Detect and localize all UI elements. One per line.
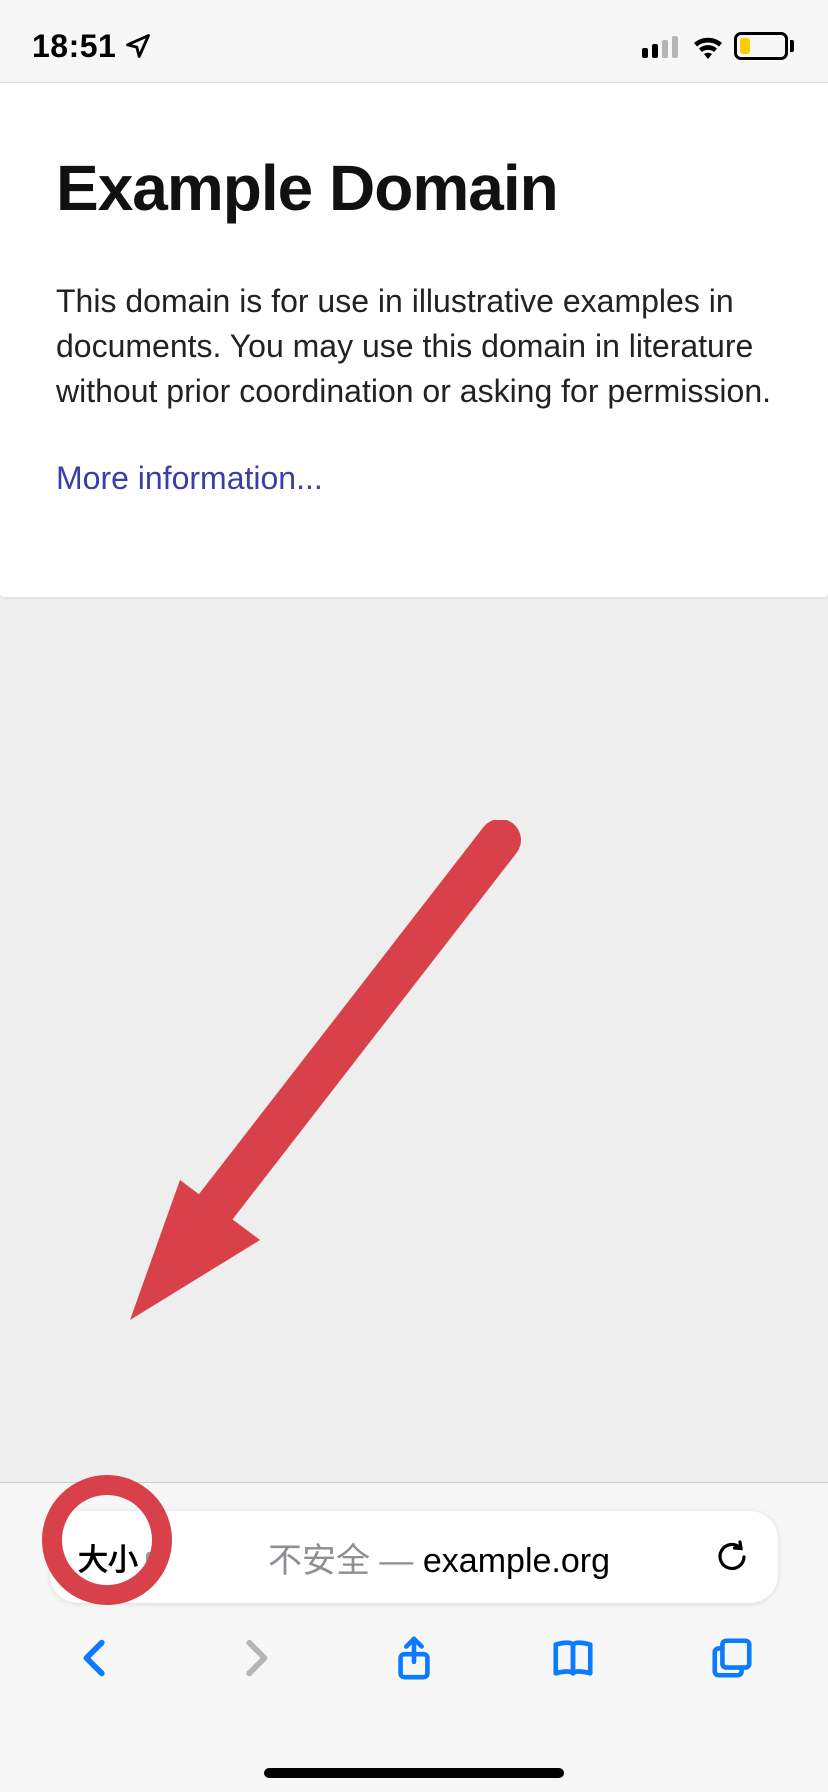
annotation-arrow bbox=[130, 820, 530, 1320]
chevron-left-icon bbox=[73, 1635, 119, 1681]
url-bar[interactable]: 大小 不安全 — example.org bbox=[50, 1511, 778, 1603]
back-button[interactable] bbox=[69, 1631, 123, 1685]
browser-toolbar bbox=[0, 1603, 828, 1713]
book-icon bbox=[550, 1635, 596, 1681]
wifi-icon bbox=[690, 33, 726, 59]
more-info-link[interactable]: More information... bbox=[56, 460, 323, 496]
text-size-button[interactable]: 大小 bbox=[78, 1535, 164, 1579]
status-bar-right bbox=[642, 31, 796, 61]
clock: 18:51 bbox=[32, 28, 116, 65]
tabs-icon bbox=[709, 1635, 755, 1681]
cellular-signal-icon bbox=[642, 34, 682, 58]
url-domain: example.org bbox=[423, 1542, 610, 1580]
security-status: 不安全 bbox=[268, 1542, 370, 1580]
chevron-right-icon bbox=[232, 1635, 278, 1681]
reload-icon[interactable] bbox=[714, 1539, 750, 1575]
page-title: Example Domain bbox=[56, 153, 772, 223]
tabs-button[interactable] bbox=[705, 1631, 759, 1685]
text-size-options-icon bbox=[146, 1552, 164, 1570]
url-dash: — bbox=[370, 1542, 423, 1580]
status-bar: 18:51 bbox=[0, 0, 828, 83]
page-body-text: This domain is for use in illustrative e… bbox=[56, 279, 772, 413]
location-arrow-icon bbox=[124, 32, 152, 60]
bookmarks-button[interactable] bbox=[546, 1631, 600, 1685]
webpage-content: Example Domain This domain is for use in… bbox=[0, 83, 828, 597]
share-button[interactable] bbox=[387, 1631, 441, 1685]
screen: 18:51 Example Domain bbox=[0, 0, 828, 1792]
text-size-label: 大小 bbox=[78, 1535, 138, 1579]
url-display[interactable]: 不安全 — example.org bbox=[164, 1533, 714, 1582]
home-indicator[interactable] bbox=[264, 1768, 564, 1778]
browser-bottom-bar: 大小 不安全 — example.org bbox=[0, 1482, 828, 1792]
forward-button[interactable] bbox=[228, 1631, 282, 1685]
status-bar-left: 18:51 bbox=[32, 28, 152, 65]
battery-icon bbox=[734, 31, 796, 61]
share-icon bbox=[391, 1635, 437, 1681]
